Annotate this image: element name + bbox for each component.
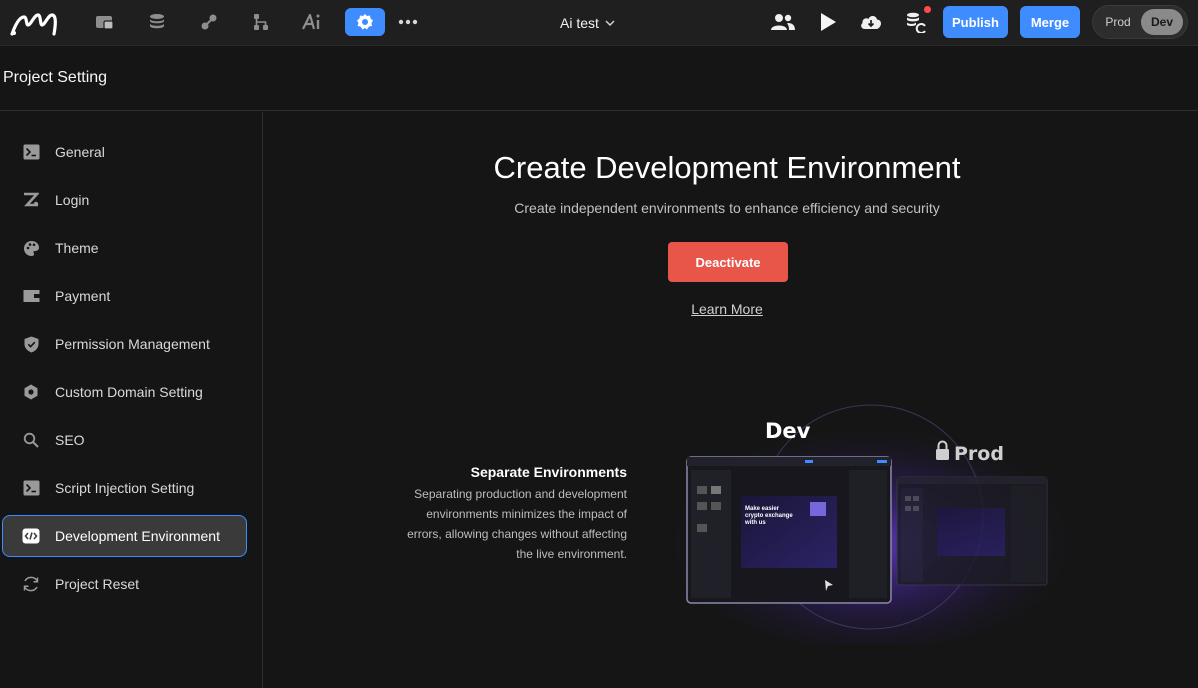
login-icon (22, 191, 40, 209)
terminal-icon (22, 479, 40, 497)
settings-icon[interactable] (345, 8, 385, 36)
env-prod-option[interactable]: Prod (1097, 10, 1139, 34)
sidebar-item-label: SEO (55, 432, 85, 448)
settings-sidebar: General Login Theme Payment Permission M… (0, 112, 263, 688)
api-icon[interactable] (189, 8, 229, 36)
top-bar: Ai test Publish Merge Prod Dev (0, 0, 1198, 46)
screen-text-line: with us (744, 520, 766, 526)
page-title: Project Setting (3, 69, 108, 86)
page-header: Project Setting (0, 47, 1198, 111)
project-name: Ai test (560, 15, 599, 31)
environment-toggle[interactable]: Prod Dev (1092, 5, 1188, 39)
feature-title: Separate Environments (470, 464, 627, 480)
sidebar-item-theme[interactable]: Theme (2, 227, 247, 269)
sidebar-item-seo[interactable]: SEO (2, 419, 247, 461)
sidebar-item-label: Custom Domain Setting (55, 384, 203, 400)
search-icon (22, 431, 40, 449)
sidebar-item-development-environment[interactable]: Development Environment (2, 515, 247, 557)
feature-desc-line: Separating production and development (414, 487, 627, 501)
deactivate-button[interactable]: Deactivate (668, 242, 788, 282)
sidebar-item-label: Development Environment (55, 528, 220, 544)
ai-icon[interactable] (293, 8, 333, 36)
app-logo[interactable] (10, 9, 60, 37)
sidebar-item-label: Theme (55, 240, 99, 256)
wallet-icon (22, 287, 40, 305)
hero-subtitle: Create independent environments to enhan… (514, 200, 940, 216)
hero-title: Create Development Environment (493, 150, 961, 185)
sidebar-item-label: Script Injection Setting (55, 480, 195, 496)
sidebar-item-payment[interactable]: Payment (2, 275, 247, 317)
palette-icon (22, 239, 40, 257)
chevron-down-icon (605, 20, 615, 26)
project-name-dropdown[interactable]: Ai test (560, 12, 615, 34)
prod-window-mockup (896, 476, 1048, 586)
pages-icon[interactable] (85, 8, 125, 36)
feature-description: Separating production and development en… (380, 484, 627, 564)
publish-button[interactable]: Publish (943, 6, 1008, 38)
feature-desc-line: errors, allowing changes without affecti… (407, 527, 627, 541)
database-sync-icon[interactable] (896, 8, 936, 36)
merge-button[interactable]: Merge (1020, 6, 1080, 38)
sidebar-item-label: Payment (55, 288, 111, 304)
users-icon[interactable] (763, 8, 803, 36)
sidebar-item-label: General (55, 144, 105, 160)
sidebar-item-label: Login (55, 192, 90, 208)
sidebar-item-login[interactable]: Login (2, 179, 247, 221)
notification-dot (924, 6, 931, 13)
feature-desc-line: environments minimizes the impact of (426, 507, 627, 521)
main-content: Create Development Environment Create in… (264, 112, 1198, 688)
prod-label: Prod (954, 443, 1004, 465)
screen-text-line: Make easier (745, 506, 780, 512)
learn-more-link[interactable]: Learn More (264, 301, 1190, 317)
code-icon (22, 527, 40, 545)
more-icon[interactable] (388, 8, 428, 36)
environments-illustration: Make easier crypto exchange with us Dev … (659, 399, 1079, 644)
dev-label: Dev (765, 419, 811, 443)
sidebar-item-label: Permission Management (55, 336, 210, 352)
domain-icon (22, 383, 40, 401)
sidebar-item-label: Project Reset (55, 576, 140, 592)
sidebar-item-custom-domain-setting[interactable]: Custom Domain Setting (2, 371, 247, 413)
sidebar-item-permission-management[interactable]: Permission Management (2, 323, 247, 365)
env-dev-option[interactable]: Dev (1141, 9, 1183, 35)
workflow-icon[interactable] (241, 8, 281, 36)
database-icon[interactable] (137, 8, 177, 36)
sidebar-item-script-injection-setting[interactable]: Script Injection Setting (2, 467, 247, 509)
sidebar-item-general[interactable]: General (2, 131, 247, 173)
sidebar-item-project-reset[interactable]: Project Reset (2, 563, 247, 605)
cloud-download-icon[interactable] (851, 8, 891, 36)
play-icon[interactable] (808, 8, 848, 36)
feature-desc-line: the live environment. (516, 547, 627, 561)
terminal-icon (22, 143, 40, 161)
reset-icon (22, 575, 40, 593)
dev-window-mockup (686, 456, 892, 604)
screen-text-line: crypto exchange (745, 513, 793, 519)
shield-icon (22, 335, 40, 353)
